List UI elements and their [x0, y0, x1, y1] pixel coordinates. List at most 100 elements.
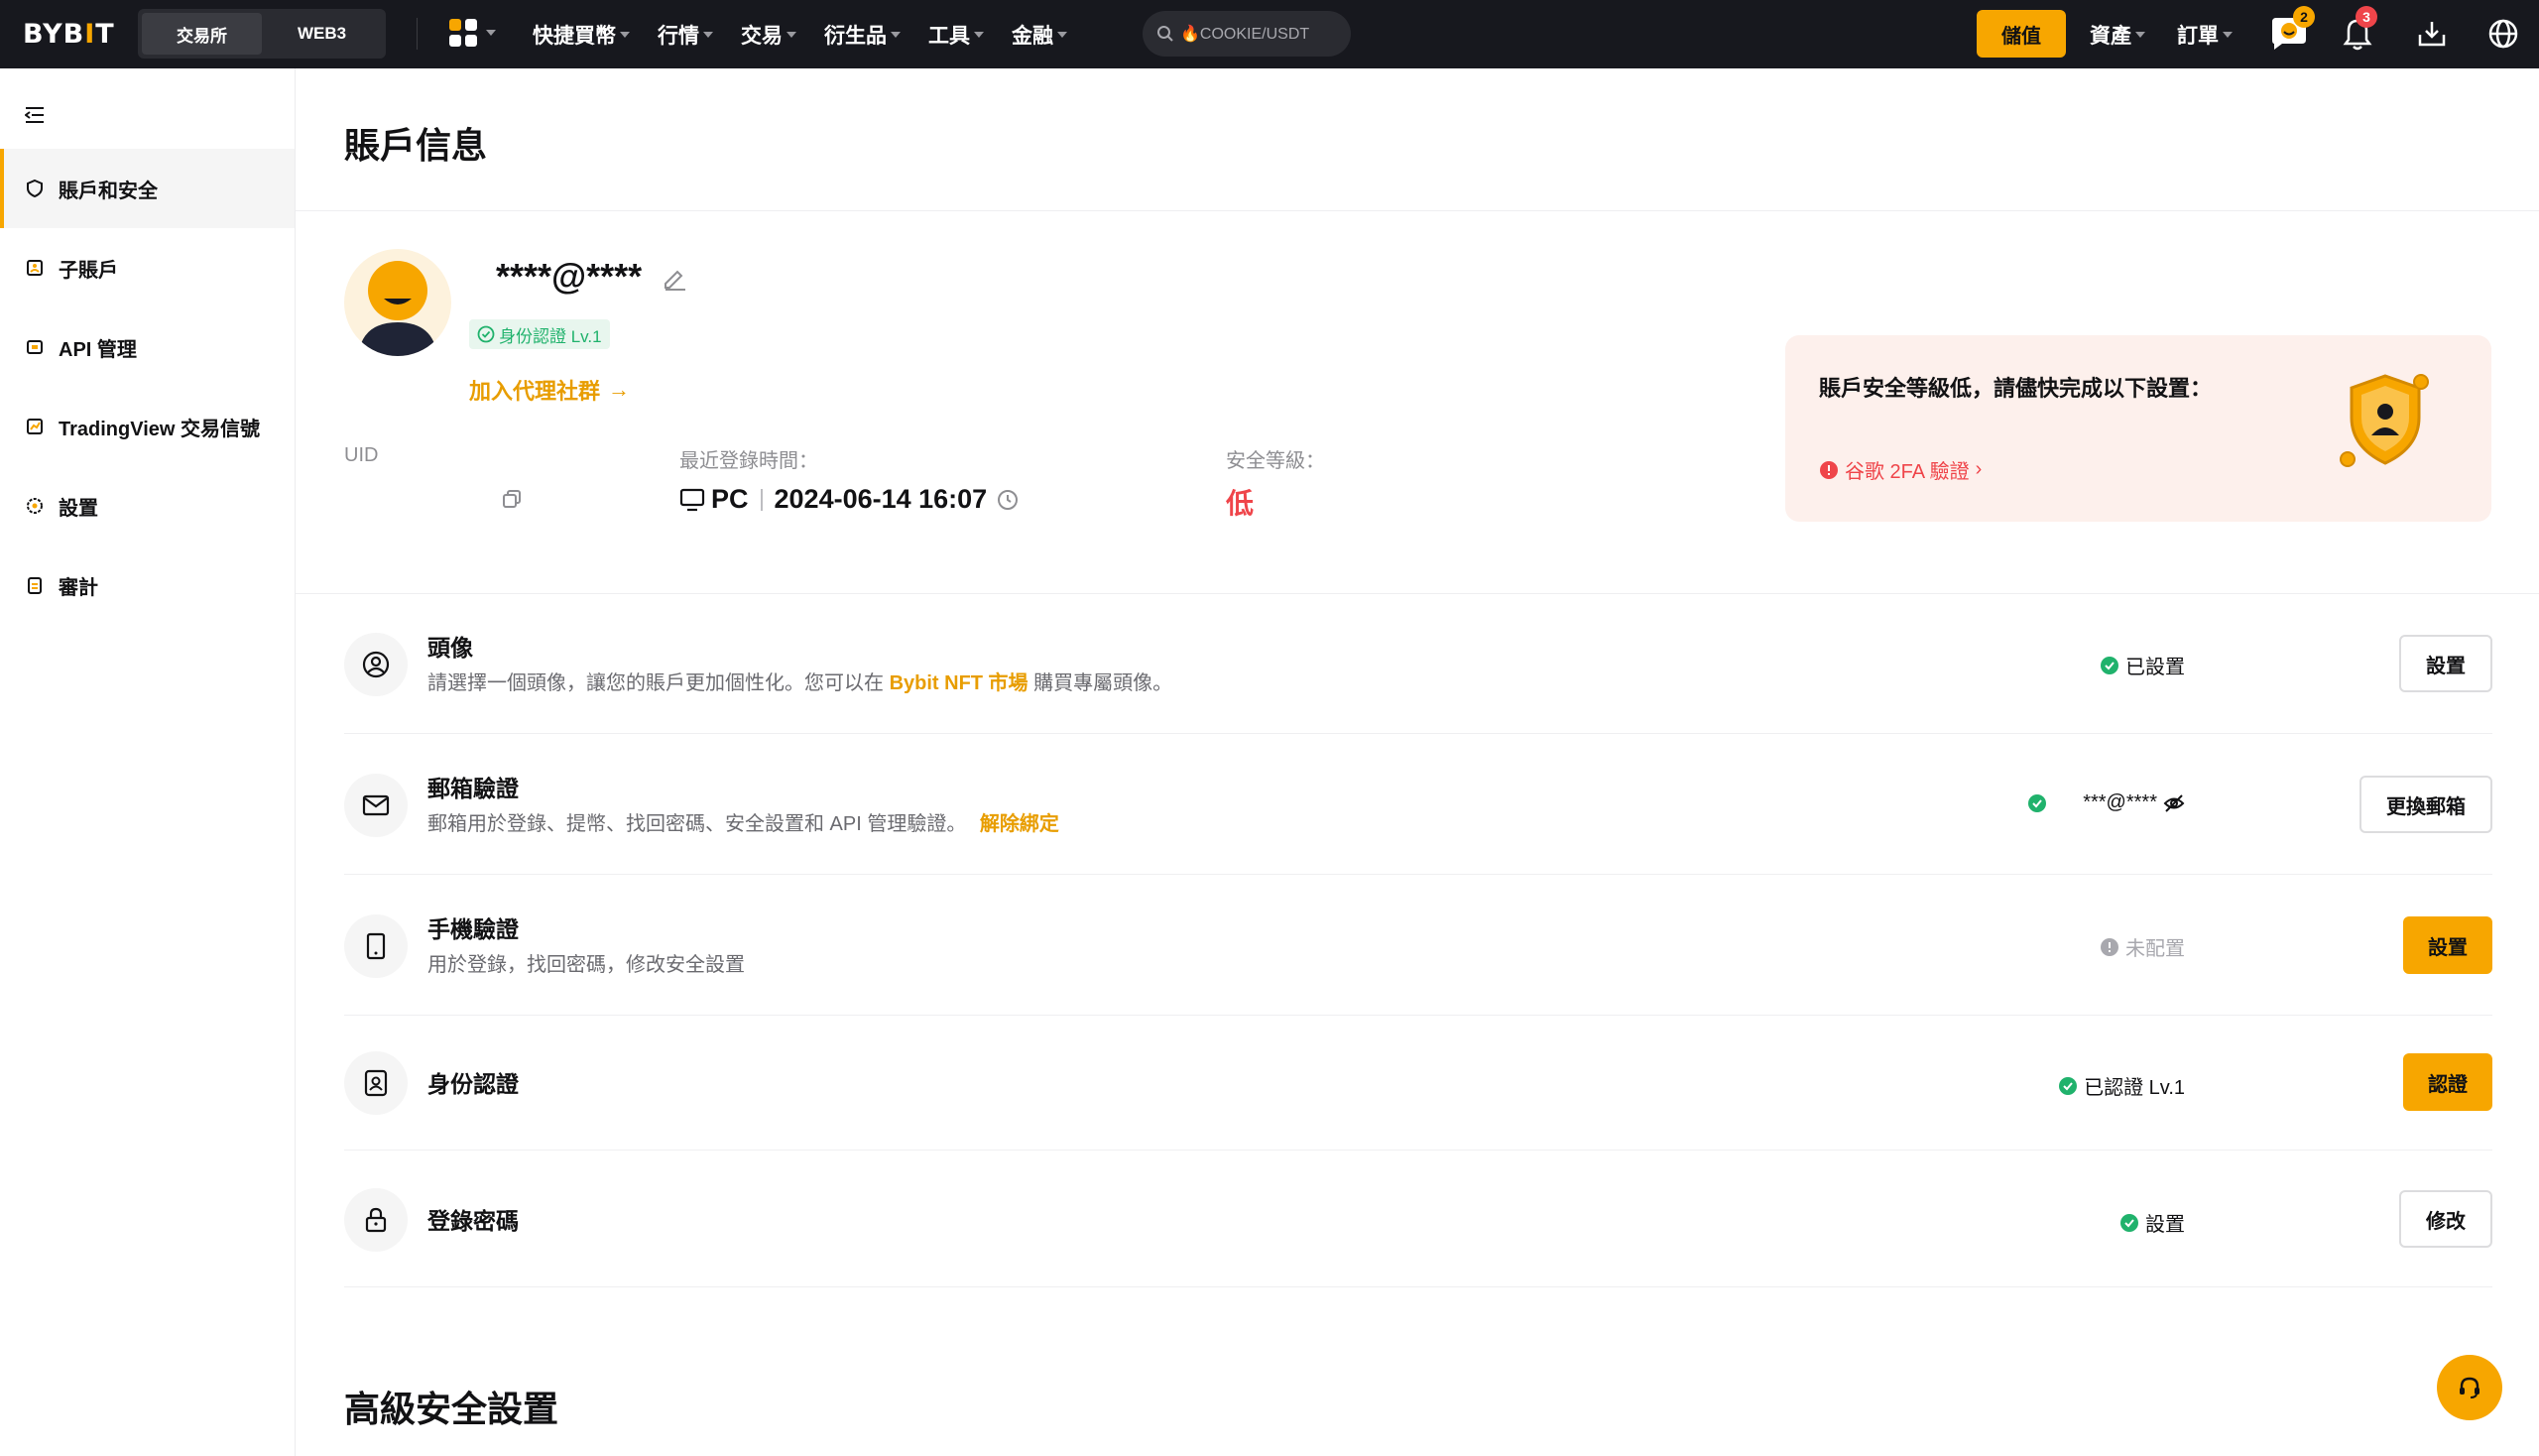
platform-switch: 交易所 WEB3 [138, 9, 386, 59]
search-input[interactable]: 🔥COOKIE/USDT [1143, 11, 1351, 57]
sidebar: 賬戶和安全 子賬戶 API 管理 TradingView 交易信號 設置 審計 [0, 68, 296, 1456]
menu-markets[interactable]: 行情 [658, 20, 713, 50]
menu-derivatives[interactable]: 衍生品 [824, 20, 901, 50]
search-icon [1157, 26, 1173, 42]
unbind-email-link[interactable]: 解除綁定 [980, 813, 1059, 835]
row-icon [344, 914, 408, 978]
main-menu: 快捷買幣 行情 交易 衍生品 工具 金融 [533, 0, 1095, 68]
menu-assets[interactable]: 資產 [2090, 20, 2145, 50]
apps-menu-button[interactable] [448, 18, 496, 48]
chat-button[interactable]: 2 [2268, 6, 2315, 54]
edit-icon[interactable] [660, 262, 689, 292]
check-circle-icon [2028, 793, 2047, 812]
divider [760, 488, 763, 511]
shield-icon [27, 179, 43, 198]
right-menu: 資產 訂單 [2090, 0, 2264, 68]
verify-identity-button[interactable]: 認證 [2403, 1053, 2492, 1111]
phone-icon [366, 932, 386, 960]
clock-icon[interactable] [997, 489, 1019, 511]
row-description: 用於登錄，找回密碼，修改安全設置 [427, 954, 745, 976]
menu-trade[interactable]: 交易 [741, 20, 796, 50]
copy-icon [503, 490, 521, 508]
support-button[interactable] [2437, 1355, 2502, 1420]
row-icon [344, 633, 408, 696]
tab-web3[interactable]: WEB3 [262, 13, 382, 55]
deposit-button[interactable]: 儲值 [1977, 10, 2066, 58]
set-phone-button[interactable]: 設置 [2403, 916, 2492, 974]
sidebar-item-label: 子賬戶 [59, 259, 118, 282]
globe-icon [2488, 19, 2518, 49]
collapse-menu-icon [25, 107, 44, 123]
status-badge: 設置 [2119, 1208, 2185, 1237]
chevron-down-icon [786, 31, 796, 38]
check-circle-icon [2101, 656, 2118, 674]
row-icon [344, 1051, 408, 1115]
uid-label: UID [344, 444, 379, 466]
chevron-down-icon [620, 31, 630, 38]
security-level-value: 低 [1226, 488, 1255, 519]
change-email-button[interactable]: 更換郵箱 [2359, 776, 2492, 833]
join-community-link[interactable]: 加入代理社群 → [469, 374, 630, 406]
sidebar-item-subaccount[interactable]: 子賬戶 [0, 228, 295, 307]
menu-quick-buy[interactable]: 快捷買幣 [533, 20, 630, 50]
mail-icon [362, 794, 390, 816]
check-circle-icon [2120, 1213, 2138, 1232]
advanced-security-title: 高級安全設置 [344, 1389, 559, 1429]
avatar-icon [362, 651, 390, 678]
download-button[interactable] [2417, 19, 2447, 49]
setting-row-identity: 身份認證 已認證 Lv.1 認證 [344, 1016, 2492, 1151]
set-avatar-button[interactable]: 設置 [2399, 635, 2492, 692]
apps-grid-icon [449, 19, 477, 47]
page-title: 賬戶信息 [344, 125, 488, 166]
row-title: 手機驗證 [427, 916, 519, 942]
last-login-value: PC 2024-06-14 16:07 [679, 484, 1025, 515]
status-badge: ***@**** [2027, 791, 2185, 814]
security-level-label: 安全等級： [1226, 450, 1325, 472]
tab-exchange[interactable]: 交易所 [142, 13, 262, 55]
menu-finance[interactable]: 金融 [1012, 20, 1067, 50]
google-2fa-link[interactable]: 谷歌 2FA 驗證 › [1819, 455, 1982, 484]
sidebar-item-tradingview[interactable]: TradingView 交易信號 [0, 387, 295, 466]
menu-orders[interactable]: 訂單 [2177, 20, 2233, 50]
status-badge: 未配置 [2100, 932, 2185, 961]
nft-market-link[interactable]: Bybit NFT 市場 [890, 672, 1028, 694]
sidebar-item-account-security[interactable]: 賬戶和安全 [0, 149, 295, 228]
sidebar-item-settings[interactable]: 設置 [0, 466, 295, 546]
row-title: 身份認證 [427, 1071, 519, 1097]
menu-tools[interactable]: 工具 [928, 20, 984, 50]
notifications-button[interactable]: 3 [2342, 6, 2377, 52]
check-circle-icon [2059, 1076, 2078, 1095]
copy-uid-button[interactable] [501, 488, 523, 510]
status-badge: 已設置 [2100, 651, 2185, 679]
subaccount-icon [27, 260, 43, 276]
sidebar-item-audit[interactable]: 審計 [0, 546, 295, 625]
sidebar-item-label: API 管理 [59, 338, 137, 361]
sidebar-item-label: 設置 [59, 497, 98, 520]
language-button[interactable] [2487, 18, 2519, 50]
avatar-image [358, 261, 437, 356]
divider [417, 18, 418, 50]
bybit-logo[interactable]: BYBIT [23, 19, 115, 50]
chevron-down-icon [2223, 31, 2233, 38]
setting-row-email: 郵箱驗證 郵箱用於登錄、提幣、找回密碼、安全設置和 API 管理驗證。 解除綁定… [344, 734, 2492, 875]
chevron-down-icon [974, 31, 984, 38]
chat-badge: 2 [2293, 6, 2315, 28]
collapse-sidebar-button[interactable] [25, 106, 45, 124]
setting-row-password: 登錄密碼 設置 修改 [344, 1151, 2492, 1287]
row-title: 頭像 [427, 635, 473, 661]
avatar[interactable] [344, 249, 451, 356]
api-icon [27, 340, 43, 354]
kyc-badge: 身份認證 Lv.1 [469, 319, 610, 349]
divider [296, 210, 2539, 211]
info-icon [2101, 937, 2118, 956]
warning-title: 賬戶安全等級低，請儘快完成以下設置： [1819, 376, 2213, 401]
eye-off-icon[interactable] [2163, 793, 2185, 813]
top-nav: BYBIT 交易所 WEB3 快捷買幣 行情 交易 衍生品 工具 金融 🔥COO… [0, 0, 2539, 68]
monitor-icon [679, 488, 705, 511]
security-warning-card: 賬戶安全等級低，請儘快完成以下設置： 谷歌 2FA 驗證 › [1785, 335, 2491, 522]
chevron-right-icon: › [1975, 458, 1983, 480]
sidebar-item-api[interactable]: API 管理 [0, 307, 295, 387]
headset-icon [2460, 1377, 2479, 1398]
change-password-button[interactable]: 修改 [2399, 1190, 2492, 1248]
search-placeholder: 🔥COOKIE/USDT [1180, 26, 1310, 43]
